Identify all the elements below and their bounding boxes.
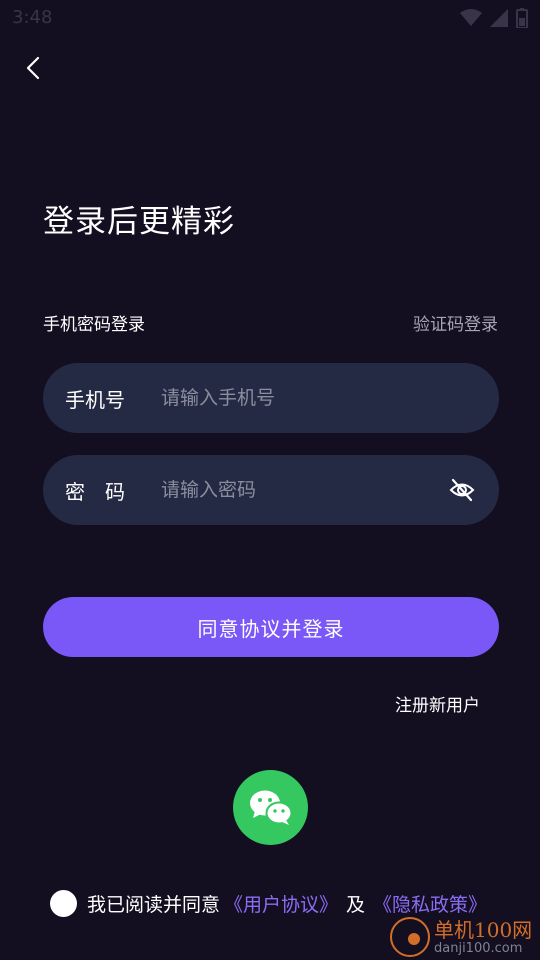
password-visibility-toggle[interactable] [447, 475, 477, 505]
watermark-text: 单机100网 danji100.com [434, 920, 532, 955]
switch-to-code-login-link[interactable]: 验证码登录 [413, 310, 498, 335]
wifi-icon [460, 9, 482, 26]
password-field: 密码 [43, 455, 499, 525]
phone-input[interactable] [161, 387, 477, 409]
signal-icon [490, 9, 508, 27]
status-time: 3:48 [12, 6, 53, 28]
battery-icon [516, 8, 528, 28]
watermark: 单机100网 danji100.com [390, 914, 540, 960]
privacy-policy-link[interactable]: 《隐私政策》 [373, 890, 487, 917]
watermark-en: danji100.com [434, 940, 523, 956]
back-button[interactable] [18, 52, 48, 84]
agreement-and: 及 [346, 893, 366, 916]
watermark-logo-icon [390, 917, 430, 957]
page-title: 登录后更精彩 [43, 204, 235, 240]
status-icons [460, 8, 528, 28]
login-mode-label: 手机密码登录 [43, 315, 145, 335]
eye-off-icon [449, 478, 475, 502]
user-agreement-link[interactable]: 《用户协议》 [224, 890, 338, 917]
agree-and-login-button[interactable]: 同意协议并登录 [43, 597, 499, 657]
phone-field: 手机号 [43, 363, 499, 433]
phone-label: 手机号 [65, 387, 125, 412]
agreement-checkbox[interactable] [50, 889, 77, 917]
watermark-cn: 单机100网 [434, 917, 533, 942]
wechat-icon [249, 790, 292, 825]
status-bar: 3:48 [0, 0, 540, 36]
password-input[interactable] [161, 479, 441, 501]
wechat-login-button[interactable] [233, 770, 308, 845]
register-link[interactable]: 注册新用户 [395, 691, 480, 716]
agreement-prefix: 我已阅读并同意 [87, 893, 221, 916]
password-label: 密码 [65, 479, 145, 504]
chevron-left-icon [26, 56, 40, 80]
